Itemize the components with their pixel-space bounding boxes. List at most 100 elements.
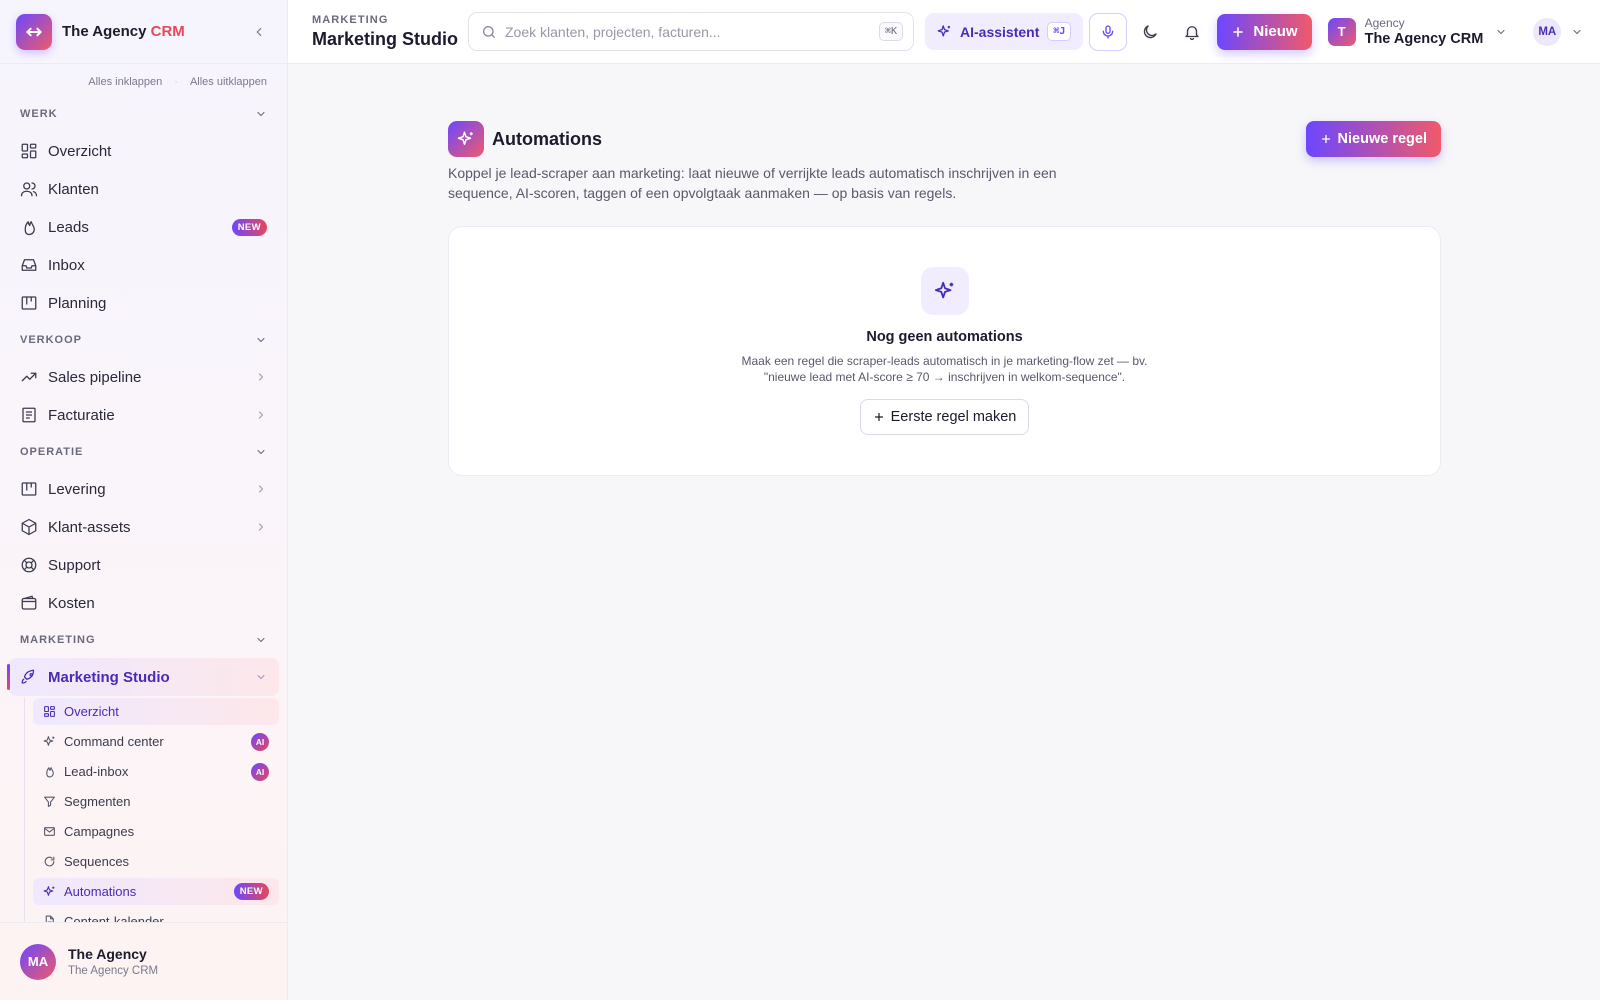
- new-button-label: Nieuw: [1253, 23, 1298, 40]
- sparkle-icon: [43, 736, 55, 746]
- submenu-item-automations[interactable]: Automations NEW: [33, 878, 279, 905]
- create-first-rule-button[interactable]: Eerste regel maken: [859, 399, 1030, 435]
- section-operatie[interactable]: OPERATIE: [0, 434, 287, 470]
- sidebar-item-inbox[interactable]: Inbox: [8, 246, 279, 284]
- new-badge: NEW: [231, 218, 267, 236]
- receipt-icon: [22, 407, 36, 423]
- flame-icon: [46, 767, 54, 778]
- flame-icon: [24, 221, 35, 236]
- main-content: Automations Koppel je lead-scraper aan m…: [288, 64, 1600, 1000]
- users-icon: [20, 182, 38, 197]
- chevron-down-icon: [257, 449, 265, 455]
- submenu-item-command-center[interactable]: Command center AI: [33, 728, 279, 755]
- search-shortcut: ⌘K: [878, 22, 903, 41]
- new-badge: NEW: [233, 883, 269, 900]
- sidebar-item-label: Overzicht: [48, 142, 112, 160]
- section-marketing[interactable]: MARKETING: [0, 622, 287, 658]
- chevron-right-icon: [259, 373, 264, 381]
- plus-icon: [1321, 134, 1330, 144]
- mail-icon: [44, 827, 55, 836]
- marketing-submenu: Overzicht Command center AI Lead-inbox A…: [24, 698, 279, 922]
- submenu-item-label: Segmenten: [64, 794, 131, 809]
- collapse-all-link[interactable]: Alles inklappen: [88, 76, 162, 88]
- sidebar-item-klant-assets[interactable]: Klant-assets: [8, 508, 279, 546]
- sidebar-item-kosten[interactable]: Kosten: [8, 584, 279, 622]
- voice-input-button[interactable]: [1089, 12, 1128, 51]
- chevron-down-icon: [1497, 29, 1505, 34]
- submenu-item-label: Automations: [64, 884, 137, 899]
- new-button[interactable]: Nieuw: [1217, 13, 1312, 50]
- search-input[interactable]: [505, 23, 879, 40]
- sidebar-item-label: Planning: [48, 294, 107, 312]
- submenu-item-label: Command center: [64, 734, 164, 749]
- refresh-icon: [44, 856, 55, 867]
- chevron-right-icon: [259, 411, 264, 419]
- submenu-item-label: Overzicht: [64, 704, 119, 719]
- plus-icon: [874, 412, 883, 422]
- submenu-item-lead-inbox[interactable]: Lead-inbox AI: [33, 758, 279, 785]
- sidebar-item-marketing-studio[interactable]: Marketing Studio: [7, 658, 279, 696]
- notifications-button[interactable]: [1173, 13, 1211, 51]
- sidebar-item-leads[interactable]: Leads NEW: [8, 208, 279, 246]
- theme-toggle-button[interactable]: [1131, 13, 1169, 51]
- section-verkoop[interactable]: VERKOOP: [0, 322, 287, 358]
- new-rule-button[interactable]: Nieuwe regel: [1305, 121, 1441, 157]
- sidebar-item-label: Marketing Studio: [48, 668, 170, 686]
- workspace-switcher[interactable]: T Agency The Agency CRM: [1327, 16, 1508, 47]
- empty-state-title: Nog geen automations: [866, 329, 1023, 345]
- box-icon: [21, 518, 37, 536]
- submenu-item-segmenten[interactable]: Segmenten: [33, 788, 279, 815]
- sidebar-footer-account[interactable]: MA The Agency The Agency CRM: [0, 922, 287, 1000]
- sidebar-item-overzicht[interactable]: Overzicht: [8, 132, 279, 170]
- submenu-item-campagnes[interactable]: Campagnes: [33, 818, 279, 845]
- new-rule-label: Nieuwe regel: [1337, 131, 1427, 147]
- sidebar-item-label: Kosten: [48, 594, 95, 612]
- sidebar-item-levering[interactable]: Levering: [8, 470, 279, 508]
- user-menu[interactable]: MA: [1533, 17, 1583, 46]
- sidebar-item-planning[interactable]: Planning: [8, 284, 279, 322]
- grid-icon: [44, 706, 55, 717]
- submenu-item-label: Lead-inbox: [64, 764, 129, 779]
- search-bar[interactable]: ⌘K: [468, 12, 914, 51]
- section-werk[interactable]: WERK: [0, 96, 287, 132]
- submenu-item-sequences[interactable]: Sequences: [33, 848, 279, 875]
- workspace-label: Agency: [1364, 16, 1405, 30]
- chevron-down-icon: [1573, 29, 1581, 34]
- sidebar-item-label: Klanten: [48, 180, 99, 198]
- bell-icon: [1185, 25, 1200, 40]
- sidebar: The Agency CRM Alles inklappen · Alles u…: [0, 0, 288, 1000]
- ai-badge: AI: [251, 732, 269, 751]
- chevron-right-icon: [259, 523, 264, 531]
- create-first-rule-label: Eerste regel maken: [890, 409, 1017, 425]
- sparkle-icon: [937, 25, 951, 37]
- empty-state-line: Maak een regel die scraper-leads automat…: [741, 354, 1148, 368]
- submenu-item-overzicht[interactable]: Overzicht: [33, 698, 279, 725]
- filter-icon: [44, 796, 55, 807]
- expand-controls: Alles inklappen · Alles uitklappen: [0, 64, 287, 92]
- collapse-sidebar-button[interactable]: [247, 20, 271, 44]
- expand-all-link[interactable]: Alles uitklappen: [190, 76, 267, 88]
- section-description: Koppel je lead-scraper aan marketing: la…: [448, 165, 1057, 201]
- sparkle-icon: [920, 267, 969, 315]
- brand-header: The Agency CRM: [0, 0, 287, 64]
- trend-up-icon: [21, 372, 37, 382]
- chevron-left-icon: [256, 27, 262, 36]
- workspace-name: The Agency CRM: [1364, 31, 1484, 47]
- submenu-item-content-kalender[interactable]: Content-kalender: [33, 908, 279, 922]
- empty-state-line: "nieuwe lead met AI-score ≥ 70 → inschri…: [763, 370, 1126, 384]
- sidebar-item-label: Leads: [48, 218, 89, 236]
- sidebar-item-label: Sales pipeline: [48, 368, 142, 386]
- nav-scroll-area[interactable]: WERK Overzicht Klanten Leads NEW Inbox P…: [0, 96, 287, 922]
- ai-assistant-label: AI-assistent: [960, 23, 1040, 40]
- ai-assistant-button[interactable]: AI-assistent ⌘J: [925, 13, 1084, 50]
- chevron-right-icon: [259, 485, 264, 493]
- file-icon: [45, 915, 54, 922]
- topbar: MARKETING Marketing Studio ⌘K AI-assiste…: [288, 0, 1600, 64]
- sidebar-item-klanten[interactable]: Klanten: [8, 170, 279, 208]
- sidebar-item-sales-pipeline[interactable]: Sales pipeline: [8, 358, 279, 396]
- lifebuoy-icon: [21, 557, 37, 573]
- sidebar-item-facturatie[interactable]: Facturatie: [8, 396, 279, 434]
- sidebar-item-support[interactable]: Support: [8, 546, 279, 584]
- arrows-logo-icon: [16, 13, 52, 50]
- empty-state-card: Nog geen automations Maak een regel die …: [448, 226, 1441, 476]
